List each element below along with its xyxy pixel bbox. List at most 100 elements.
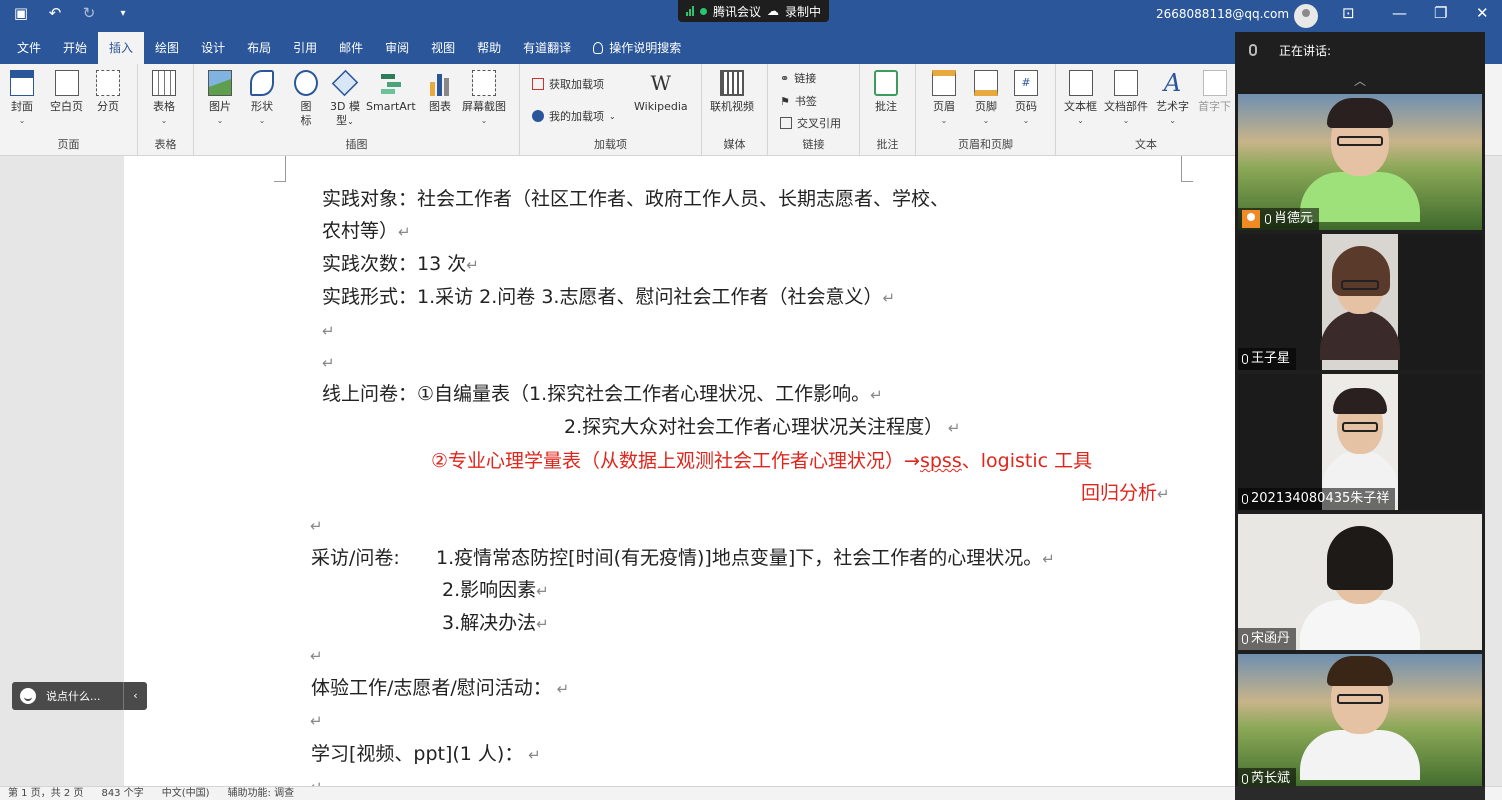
avatar[interactable] — [1294, 4, 1318, 28]
tab-view[interactable]: 视图 — [420, 32, 466, 64]
shapes-label: 形状 — [251, 100, 273, 113]
emoji-icon[interactable] — [20, 688, 36, 704]
icons-button[interactable]: 图标 — [294, 70, 318, 128]
doc-line-empty[interactable]: ↵ — [310, 774, 323, 786]
doc-line-solutions[interactable]: 3.解决办法↵ — [442, 611, 549, 636]
document-page[interactable]: 实践对象：社会工作者（社区工作者、政府工作人员、长期志愿者、学校、 农村等）↵ … — [124, 156, 1235, 786]
chart-button[interactable]: 图表 — [428, 70, 452, 114]
online-video-button[interactable]: 联机视频 — [710, 70, 754, 114]
save-icon[interactable]: ▣ — [10, 4, 32, 22]
status-word-count[interactable]: 843 个字 — [101, 787, 143, 800]
shapes-button[interactable]: 形状 ⌄ — [250, 70, 274, 128]
3d-model-button[interactable]: 3D 模型⌄ — [330, 69, 360, 129]
meeting-status-pill[interactable]: 腾讯会议 ☁ 录制中 — [678, 0, 830, 22]
tab-home[interactable]: 开始 — [52, 32, 98, 64]
doc-line-empty[interactable]: ↵ — [310, 708, 323, 733]
video-tile[interactable]: 王子星 — [1238, 234, 1482, 370]
page-number-icon: # — [1014, 70, 1038, 96]
page-break-button[interactable]: 分页 — [96, 70, 120, 114]
chart-icon — [428, 70, 452, 96]
status-accessibility[interactable]: 辅助功能: 调查 — [228, 787, 295, 800]
doc-text-interview: 采访/问卷: 1.疫情常态防控[时间(有无疫情)]地点变量]下，社会工作者的心理… — [311, 547, 1043, 569]
video-tile[interactable]: 202134080435朱子祥 — [1238, 374, 1482, 510]
page-number-button[interactable]: # 页码 ⌄ — [1014, 70, 1038, 128]
doc-line-study[interactable]: 学习[视频、ppt](1 人)： ↵ — [311, 742, 541, 767]
tab-mailings[interactable]: 邮件 — [328, 32, 374, 64]
customize-qa-icon[interactable]: ▾ — [112, 8, 134, 19]
paragraph-mark-icon: ↵ — [466, 256, 479, 274]
table-button[interactable]: 表格 ⌄ — [152, 70, 176, 128]
doc-line-scale[interactable]: ②专业心理学量表（从数据上观测社会工作者心理状况）→spss、logistic … — [431, 449, 1092, 473]
doc-line-target[interactable]: 实践对象：社会工作者（社区工作者、政府工作人员、长期志愿者、学校、 — [322, 187, 949, 211]
status-language[interactable]: 中文(中国) — [162, 787, 210, 800]
doc-line-empty[interactable]: ↵ — [322, 318, 335, 343]
scroll-up-icon[interactable]: ︿ — [1235, 68, 1485, 94]
tab-draw[interactable]: 绘图 — [144, 32, 190, 64]
header-button[interactable]: 页眉 ⌄ — [932, 70, 956, 128]
quick-parts-button[interactable]: 文档部件 ⌄ — [1104, 70, 1148, 128]
group-label-links: 链接 — [802, 138, 825, 151]
tab-file[interactable]: 文件 — [6, 32, 52, 64]
ribbon-display-icon[interactable]: ⊡ — [1342, 4, 1355, 22]
paragraph-mark-icon: ↵ — [1157, 485, 1170, 503]
doc-line-factors[interactable]: 2.影响因素↵ — [442, 578, 549, 603]
doc-line-count[interactable]: 实践次数：13 次↵ — [322, 252, 479, 277]
maximize-icon[interactable]: ❐ — [1434, 4, 1447, 22]
video-tile[interactable]: 肖德元 — [1238, 94, 1482, 230]
doc-line-empty[interactable]: ↵ — [322, 350, 335, 375]
footer-button[interactable]: 页脚 ⌄ — [974, 70, 998, 128]
comment-label: 批注 — [875, 100, 897, 113]
document-area[interactable]: 实践对象：社会工作者（社区工作者、政府工作人员、长期志愿者、学校、 农村等）↵ … — [0, 156, 1235, 786]
tab-review[interactable]: 审阅 — [374, 32, 420, 64]
collapse-chevron-icon[interactable]: ‹ — [123, 682, 147, 710]
screenshot-button[interactable]: 屏幕截图 ⌄ — [462, 70, 506, 128]
doc-line-empty[interactable]: ↵ — [310, 513, 323, 538]
status-page[interactable]: 第 1 页，共 2 页 — [8, 787, 83, 800]
smartart-label: SmartArt — [366, 100, 416, 113]
account-email[interactable]: 2668088118@qq.com — [1156, 7, 1289, 21]
new-comment-button[interactable]: 批注 — [874, 70, 898, 114]
close-icon[interactable]: ✕ — [1476, 4, 1489, 22]
tab-layout[interactable]: 布局 — [236, 32, 282, 64]
doc-line-interview[interactable]: 采访/问卷: 1.疫情常态防控[时间(有无疫情)]地点变量]下，社会工作者的心理… — [311, 546, 1055, 571]
video-tile[interactable]: 宋函丹 — [1238, 514, 1482, 650]
cover-button[interactable]: 封面 ⌄ — [10, 70, 34, 128]
doc-line-target-cont[interactable]: 农村等）↵ — [322, 219, 411, 244]
bookmark-button[interactable]: ⚑ 书签 — [780, 93, 817, 109]
picture-button[interactable]: 图片 ⌄ — [208, 70, 232, 128]
link-button[interactable]: ⚭ 链接 — [780, 70, 816, 86]
tab-youdao[interactable]: 有道翻译 — [512, 32, 582, 64]
my-addins-button[interactable]: 我的加载项 ⌄ — [532, 108, 616, 124]
doc-line-empty[interactable]: ↵ — [310, 643, 323, 668]
get-addins-label: 获取加载项 — [549, 78, 604, 91]
cross-reference-button[interactable]: 交叉引用 — [780, 115, 841, 131]
tab-design[interactable]: 设计 — [190, 32, 236, 64]
tab-insert[interactable]: 插入 — [98, 32, 145, 64]
participant-video — [1322, 388, 1398, 500]
doc-text-factors: 2.影响因素 — [442, 579, 537, 601]
quick-access-toolbar: ▣ ↶ ↻ ▾ — [10, 4, 134, 22]
undo-icon[interactable]: ↶ — [44, 4, 66, 22]
doc-line-form[interactable]: 实践形式：1.采访 2.问卷 3.志愿者、慰问社会工作者（社会意义）↵ — [322, 285, 895, 310]
doc-text-count: 实践次数：13 次 — [322, 253, 467, 275]
smartart-button[interactable]: SmartArt — [366, 70, 416, 114]
redo-icon[interactable]: ↻ — [78, 4, 100, 22]
minimize-icon[interactable]: — — [1392, 4, 1407, 22]
doc-line-survey-2[interactable]: 2.探究大众对社会工作者心理状况关注程度） ↵ — [564, 415, 960, 440]
get-addins-button[interactable]: 获取加载项 — [532, 76, 604, 92]
tab-references[interactable]: 引用 — [282, 32, 328, 64]
wikipedia-button[interactable]: W Wikipedia — [634, 70, 688, 114]
text-box-button[interactable]: 文本框 ⌄ — [1064, 70, 1097, 128]
drop-cap-button[interactable]: 首字下 — [1198, 70, 1231, 114]
doc-line-regression[interactable]: 回归分析↵ — [1081, 481, 1170, 506]
quick-parts-label: 文档部件 — [1104, 100, 1148, 113]
wordart-button[interactable]: A 艺术字 ⌄ — [1156, 70, 1189, 128]
video-tile[interactable]: 芮长斌 — [1238, 654, 1482, 790]
blank-page-button[interactable]: 空白页 — [50, 70, 83, 114]
doc-line-volunteer[interactable]: 体验工作/志愿者/慰问活动： ↵ — [311, 676, 569, 701]
tab-help[interactable]: 帮助 — [466, 32, 512, 64]
tell-me-search[interactable]: 操作说明搜索 — [582, 32, 692, 64]
doc-line-survey[interactable]: 线上问卷：①自编量表（1.探究社会工作者心理状况、工作影响。↵ — [322, 382, 883, 407]
chat-input-hint[interactable]: 说点什么... ‹ — [12, 682, 147, 710]
group-label-text: 文本 — [1135, 138, 1157, 151]
